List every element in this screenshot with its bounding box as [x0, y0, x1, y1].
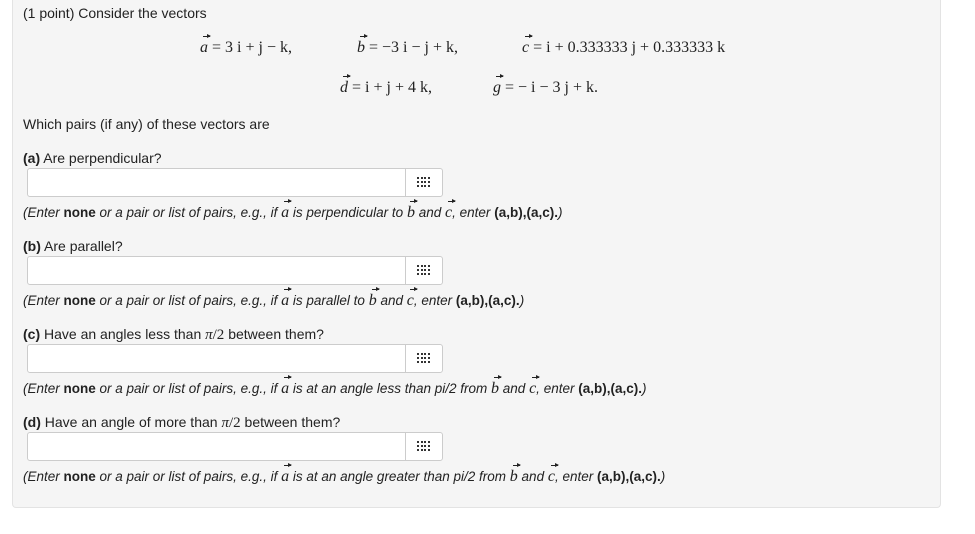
vector-c-symbol: c	[522, 34, 534, 56]
vector-a-rhs: 3 i + j − k,	[225, 39, 292, 56]
part-d-answer-box	[27, 432, 443, 461]
vector-b-symbol: b	[357, 34, 368, 56]
vector-g-rhs: − i − 3 j + k.	[518, 79, 598, 96]
part-c-equation-helper-button[interactable]	[405, 345, 442, 372]
pi-denominator: /2	[212, 327, 225, 343]
part-c-label: (c) Have an angles less than π/2 between…	[23, 326, 324, 344]
part-c-answer-box	[27, 344, 443, 373]
part-d-prompt-pre: Have an angle of more than	[44, 414, 218, 430]
vector-d-equation: d = i + j + 4 k,	[340, 74, 432, 96]
vector-c-rhs: i + 0.333333 j + 0.333333 k	[546, 39, 726, 56]
part-d-equation-helper-button[interactable]	[405, 433, 442, 460]
part-c-letter: (c)	[23, 326, 41, 342]
vector-d-rhs: i + j + 4 k,	[365, 79, 432, 96]
vector-a-symbol: a	[200, 34, 211, 56]
intro-text: Consider the vectors	[78, 5, 207, 21]
grid-icon	[417, 353, 430, 364]
part-c-prompt-post: between them?	[228, 326, 324, 342]
part-c-prompt-pre: Have an angles less than	[44, 326, 202, 342]
vector-b-rhs: −3 i − j + k,	[382, 39, 458, 56]
vector-a-equation: a = 3 i + j − k,	[200, 34, 292, 56]
part-a-hint: (Enter none or a pair or list of pairs, …	[23, 199, 563, 221]
grid-icon	[417, 441, 430, 452]
pi-denominator: /2	[228, 415, 241, 431]
part-b-answer-box	[27, 256, 443, 285]
vector-g-equation: g = − i − 3 j + k.	[493, 74, 598, 96]
part-a-letter: (a)	[23, 150, 41, 166]
pi-symbol: π	[221, 415, 229, 431]
part-b-equation-helper-button[interactable]	[405, 257, 442, 284]
part-b-hint: (Enter none or a pair or list of pairs, …	[23, 287, 525, 309]
part-a-answer-input[interactable]	[28, 169, 406, 196]
part-d-answer-input[interactable]	[28, 433, 406, 460]
grid-icon	[417, 177, 430, 188]
point-value: (1 point)	[23, 5, 75, 21]
part-b-prompt: Are parallel?	[44, 238, 123, 254]
part-a-equation-helper-button[interactable]	[405, 169, 442, 196]
part-b-letter: (b)	[23, 238, 41, 254]
part-c-answer-input[interactable]	[28, 345, 406, 372]
vector-d-symbol: d	[340, 74, 351, 96]
part-d-hint: (Enter none or a pair or list of pairs, …	[23, 463, 666, 485]
part-d-letter: (d)	[23, 414, 41, 430]
part-d-label: (d) Have an angle of more than π/2 betwe…	[23, 414, 340, 432]
question-text: Which pairs (if any) of these vectors ar…	[23, 116, 270, 132]
part-b-answer-input[interactable]	[28, 257, 406, 284]
vector-c-equation: c = i + 0.333333 j + 0.333333 k	[522, 34, 726, 56]
part-a-answer-box	[27, 168, 443, 197]
vector-b-equation: b = −3 i − j + k,	[357, 34, 458, 56]
vector-g-symbol: g	[493, 74, 504, 96]
part-b-label: (b) Are parallel?	[23, 238, 123, 254]
part-c-hint: (Enter none or a pair or list of pairs, …	[23, 375, 647, 397]
problem-intro: (1 point) Consider the vectors	[23, 5, 207, 21]
pi-symbol: π	[205, 327, 213, 343]
part-d-prompt-post: between them?	[244, 414, 341, 430]
grid-icon	[417, 265, 430, 276]
part-a-label: (a) Are perpendicular?	[23, 150, 162, 166]
part-a-prompt: Are perpendicular?	[43, 150, 162, 166]
